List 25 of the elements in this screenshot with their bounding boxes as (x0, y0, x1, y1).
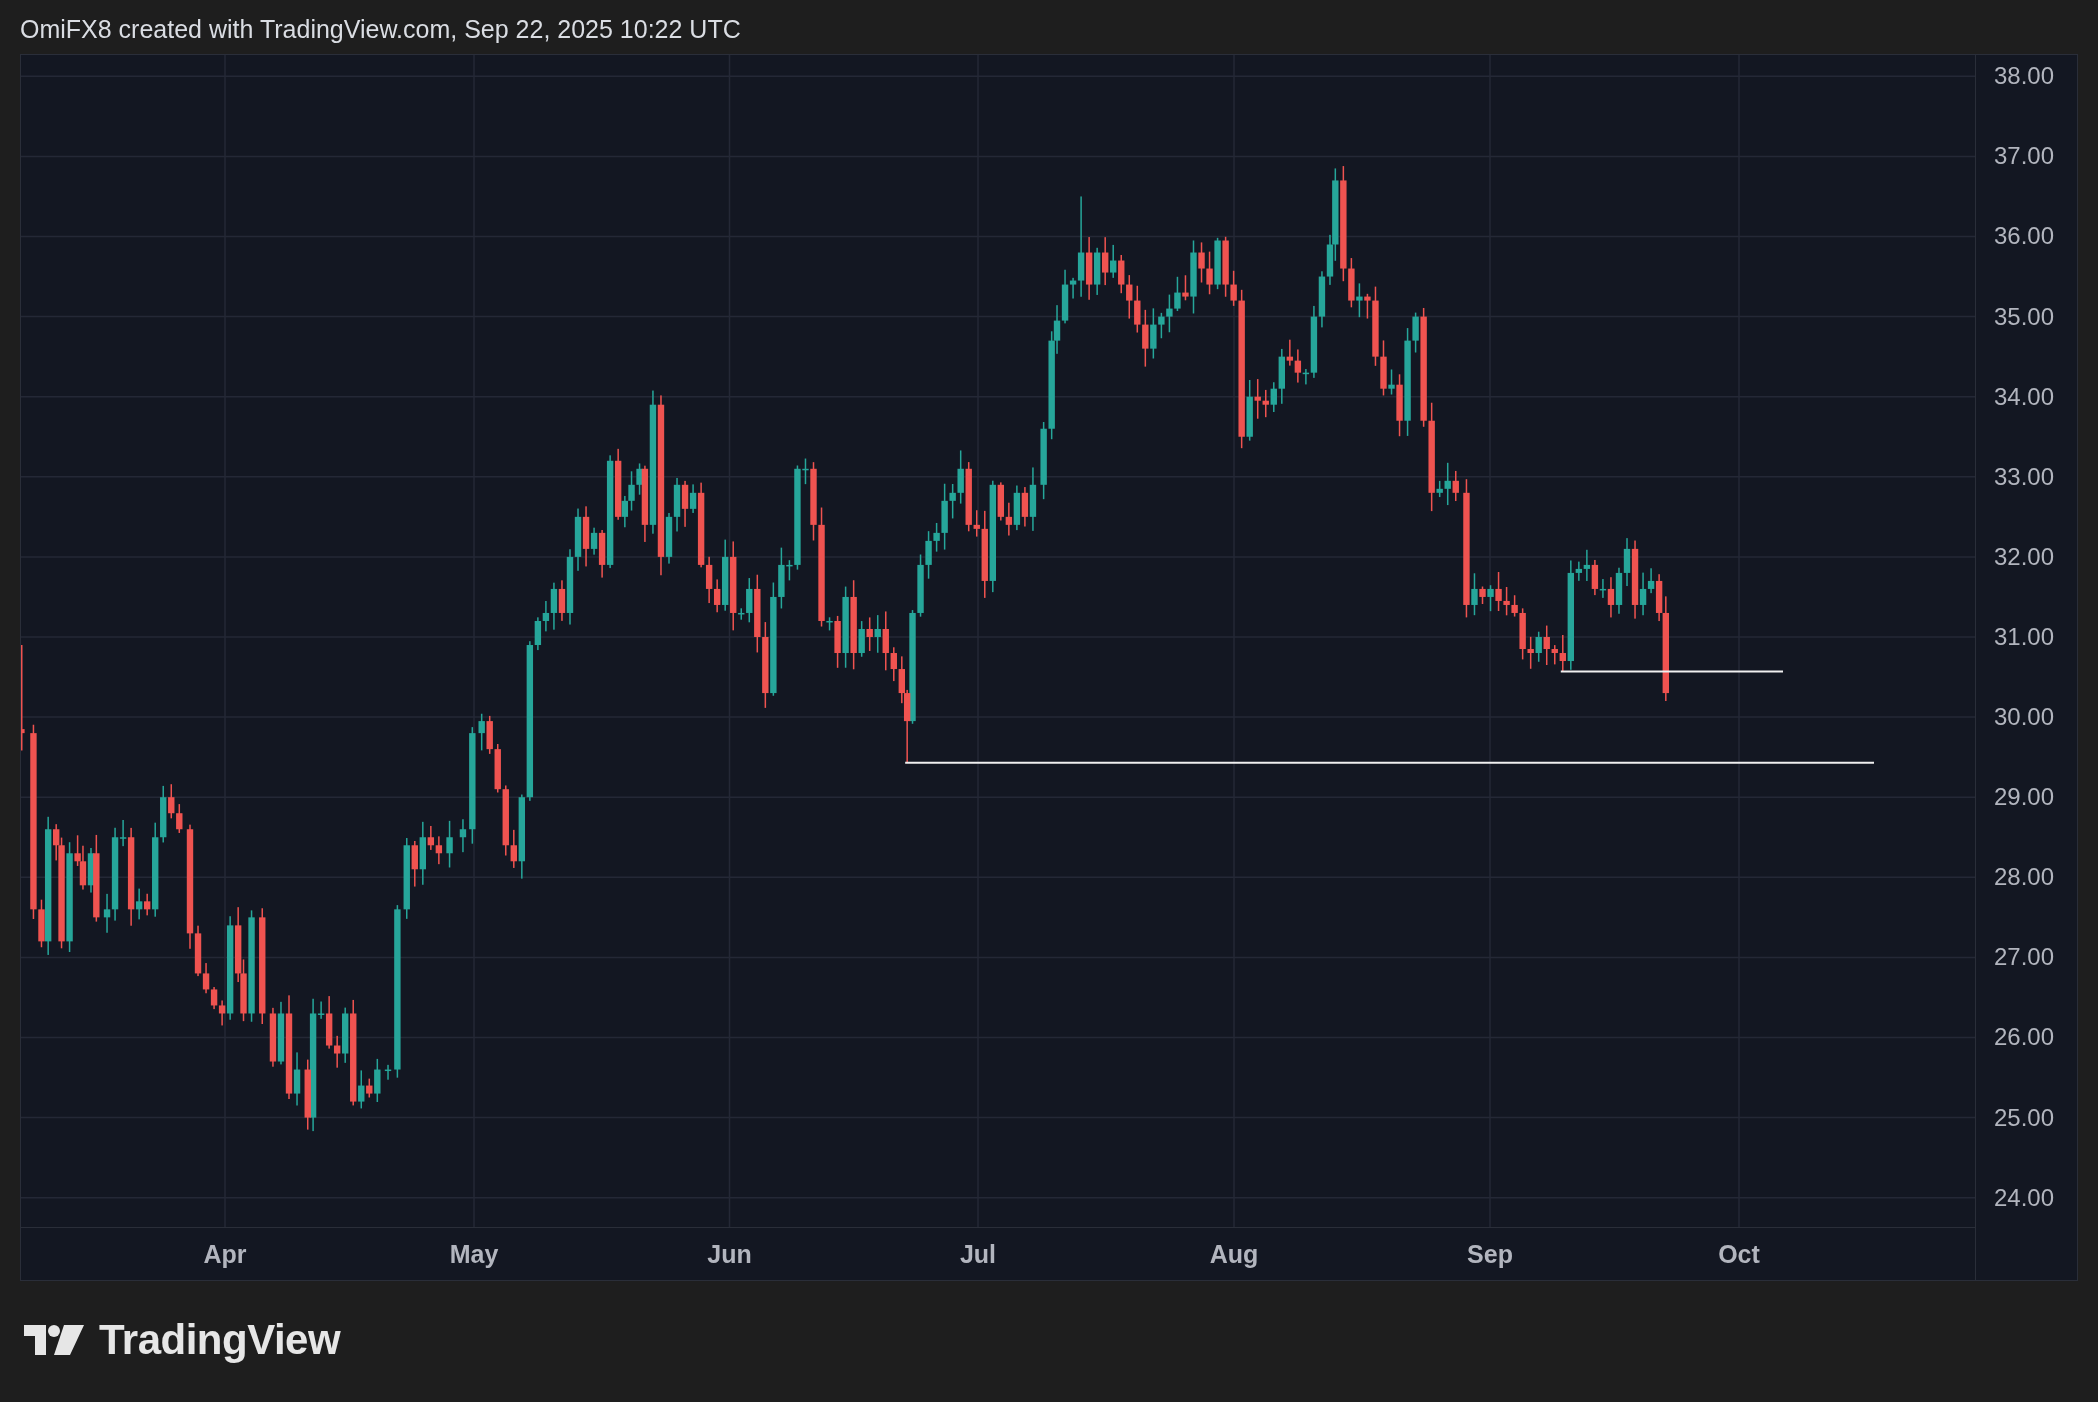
month-label: Jul (959, 1239, 997, 1270)
month-label: Sep (1467, 1239, 1513, 1270)
month-label: Oct (1718, 1239, 1760, 1270)
price-label: 32.00 (1994, 541, 2055, 572)
price-label: 34.00 (1994, 381, 2055, 412)
logo-text: TradingView (99, 1315, 341, 1364)
month-label: Jun (707, 1239, 752, 1270)
price-label: 24.00 (1994, 1182, 2055, 1213)
price-label: 37.00 (1994, 141, 2055, 172)
price-label: 33.00 (1994, 461, 2055, 492)
price-label: 29.00 (1994, 782, 2055, 813)
price-label: 38.00 (1994, 61, 2055, 92)
logo-icon (24, 1324, 84, 1355)
price-label: 27.00 (1994, 942, 2055, 973)
chart-credit-text: OmiFX8 created with TradingView.com, Sep 22, 2025 10:22 UTC (20, 14, 741, 44)
month-label: May (449, 1239, 499, 1270)
price-label: 28.00 (1994, 862, 2055, 893)
price-label: 26.00 (1994, 1022, 2055, 1053)
price-label: 36.00 (1994, 221, 2055, 252)
price-label: 31.00 (1994, 621, 2055, 652)
price-label: 35.00 (1994, 301, 2055, 332)
month-label: Apr (203, 1239, 247, 1270)
price-label: 30.00 (1994, 702, 2055, 733)
price-label: 25.00 (1994, 1102, 2055, 1133)
month-label: Aug (1209, 1239, 1259, 1270)
